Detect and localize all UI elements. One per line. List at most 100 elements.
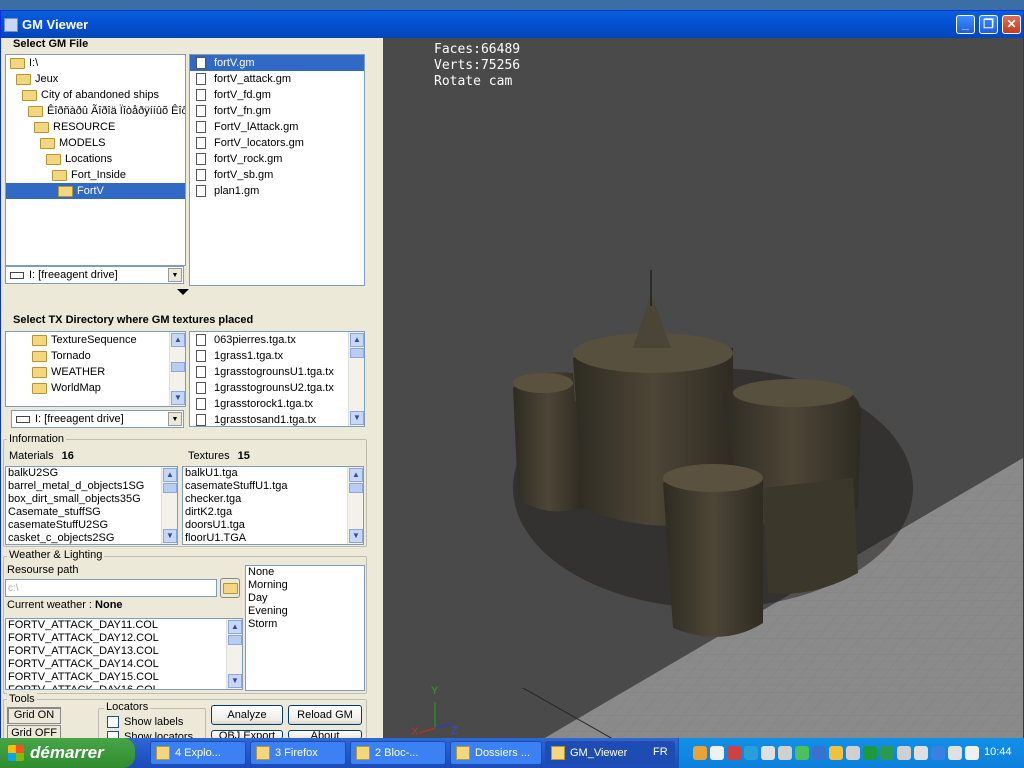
gm-file-item[interactable]: fortV_rock.gm [190, 151, 364, 167]
analyze-button[interactable]: Analyze [211, 705, 283, 725]
material-item[interactable]: barrel_metal_d_objects1SG [6, 480, 177, 493]
gm-file-item[interactable]: fortV_fd.gm [190, 87, 364, 103]
scroll-down-icon[interactable]: ▼ [228, 674, 242, 688]
scroll-thumb[interactable] [349, 483, 363, 493]
tray-icon[interactable] [931, 746, 945, 760]
tx-file-list[interactable]: 063pierres.tga.tx 1grass1.tga.tx 1grasstog… [189, 331, 365, 427]
gm-file-item[interactable]: fortV_sb.gm [190, 167, 364, 183]
material-item[interactable]: Casemate_stuffSG [6, 506, 177, 519]
weather-option[interactable]: Day [246, 592, 364, 605]
tray-icon[interactable] [897, 746, 911, 760]
language-indicator[interactable]: FR [653, 746, 668, 758]
tray-icon[interactable] [744, 746, 758, 760]
tx-file-item[interactable]: 063pierres.tga.tx [190, 332, 364, 348]
maximize-button[interactable]: ❐ [979, 15, 998, 34]
tx-file-item[interactable]: 1grass1.tga.tx [190, 348, 364, 364]
clock[interactable]: 10:44 [984, 746, 1012, 758]
tray-icon[interactable] [948, 746, 962, 760]
weather-option[interactable]: Storm [246, 618, 364, 631]
tray-icon[interactable] [795, 746, 809, 760]
scroll-thumb[interactable] [350, 348, 364, 358]
show-labels-checkbox[interactable]: Show labels [107, 716, 183, 728]
tray-icon[interactable] [880, 746, 894, 760]
tray-icon[interactable] [778, 746, 792, 760]
material-item[interactable]: casket_c_objects2SG [6, 532, 177, 544]
scroll-up-icon[interactable]: ▲ [349, 468, 363, 482]
tray-icon[interactable] [965, 746, 979, 760]
texture-item[interactable]: balkU1.tga [183, 467, 363, 480]
scroll-down-icon[interactable]: ▼ [350, 411, 364, 425]
texture-item[interactable]: dirtK2.tga [183, 506, 363, 519]
gm-file-item[interactable]: fortV.gm [190, 55, 364, 71]
col-file-item[interactable]: FORTV_ATTACK_DAY15.COL [6, 671, 242, 684]
taskbar-item[interactable]: 3 Firefox [250, 741, 346, 765]
tray-icon[interactable] [693, 746, 707, 760]
col-file-item[interactable]: FORTV_ATTACK_DAY11.COL [6, 619, 242, 632]
folder-tree-item[interactable]: City of abandoned ships [6, 87, 185, 103]
taskbar-item[interactable]: Dossiers ... [450, 741, 542, 765]
folder-tree-item[interactable]: Locations [6, 151, 185, 167]
materials-list[interactable]: balkU2SG barrel_metal_d_objects1SG box_dir… [5, 466, 178, 545]
tx-folder-scrollbar[interactable]: ▲ ▼ [169, 332, 185, 406]
close-button[interactable]: ✕ [1002, 15, 1021, 34]
tx-folder-tree[interactable]: TextureSequence Tornado WEATHER WorldMap ▲ … [5, 331, 186, 407]
weather-option[interactable]: Evening [246, 605, 364, 618]
material-item[interactable]: casemateStuffU2SG [6, 519, 177, 532]
scroll-thumb[interactable] [228, 635, 242, 645]
gm-file-item[interactable]: fortV_attack.gm [190, 71, 364, 87]
start-button[interactable]: démarrer [0, 738, 135, 768]
tx-folder-item[interactable]: WorldMap [6, 380, 185, 396]
scroll-up-icon[interactable]: ▲ [350, 333, 364, 347]
texture-item[interactable]: checker.tga [183, 493, 363, 506]
material-item[interactable]: balkU2SG [6, 467, 177, 480]
scroll-thumb[interactable] [171, 362, 185, 372]
texture-item[interactable]: floorU1.TGA [183, 532, 363, 544]
tray-icon[interactable] [727, 746, 741, 760]
textures-list[interactable]: balkU1.tga casemateStuffU1.tga checker.tga… [182, 466, 364, 545]
tray-icon[interactable] [914, 746, 928, 760]
weather-options-list[interactable]: None Morning Day Evening Storm [245, 565, 365, 691]
gm-file-item[interactable]: FortV_lAttack.gm [190, 119, 364, 135]
tray-icon[interactable] [829, 746, 843, 760]
texture-item[interactable]: doorsU1.tga [183, 519, 363, 532]
checkbox-box[interactable] [107, 716, 119, 728]
folder-tree-item[interactable]: RESOURCE [6, 119, 185, 135]
col-file-list[interactable]: FORTV_ATTACK_DAY11.COL FORTV_ATTACK_DAY12… [5, 618, 243, 690]
weather-option[interactable]: Morning [246, 579, 364, 592]
scroll-down-icon[interactable]: ▼ [163, 529, 177, 543]
tx-drive-select[interactable]: I: [freeagent drive] ▼ [11, 410, 184, 428]
tray-icon[interactable] [812, 746, 826, 760]
tx-folder-item[interactable]: WEATHER [6, 364, 185, 380]
folder-tree-item[interactable]: Fort_Inside [6, 167, 185, 183]
tray-icon[interactable] [846, 746, 860, 760]
minimize-button[interactable]: _ [956, 15, 975, 34]
tx-file-item[interactable]: 1grasstosand1.tga.tx [190, 412, 364, 426]
material-item[interactable]: box_dirt_small_objects35G [6, 493, 177, 506]
gm-drive-select[interactable]: I: [freeagent drive] ▼ [5, 266, 184, 284]
scroll-up-icon[interactable]: ▲ [228, 620, 242, 634]
col-scrollbar[interactable]: ▲ ▼ [226, 619, 242, 689]
scroll-down-icon[interactable]: ▼ [171, 391, 185, 405]
gm-file-item[interactable]: fortV_fn.gm [190, 103, 364, 119]
tx-file-scrollbar[interactable]: ▲ ▼ [348, 332, 364, 426]
gm-file-item[interactable]: FortV_locators.gm [190, 135, 364, 151]
tx-folder-item[interactable]: TextureSequence [6, 332, 185, 348]
tx-folder-item[interactable]: Tornado [6, 348, 185, 364]
gm-folder-tree[interactable]: I:\ Jeux City of abandoned ships Êîðñàðû Ãî… [5, 54, 186, 266]
scroll-up-icon[interactable]: ▲ [171, 333, 185, 347]
folder-tree-item[interactable]: Êîðñàðû Ãîðîä Ïîòåðÿííûõ Êîð [6, 103, 185, 119]
title-bar[interactable]: GM Viewer _ ❐ ✕ [1, 11, 1023, 38]
scroll-up-icon[interactable]: ▲ [163, 468, 177, 482]
texture-item[interactable]: casemateStuffU1.tga [183, 480, 363, 493]
gm-file-list[interactable]: fortV.gm fortV_attack.gm fortV_fd.gm fortV_… [189, 54, 365, 286]
col-file-item[interactable]: FORTV_ATTACK_DAY16.COL [6, 684, 242, 689]
gm-file-item[interactable]: plan1.gm [190, 183, 364, 199]
tray-icon[interactable] [863, 746, 877, 760]
col-file-item[interactable]: FORTV_ATTACK_DAY14.COL [6, 658, 242, 671]
tx-file-item[interactable]: 1grasstorock1.tga.tx [190, 396, 364, 412]
weather-option[interactable]: None [246, 566, 364, 579]
tx-file-item[interactable]: 1grasstogrounsU1.tga.tx [190, 364, 364, 380]
folder-tree-item[interactable]: I:\ [6, 55, 185, 71]
folder-tree-item[interactable]: MODELS [6, 135, 185, 151]
chevron-down-icon[interactable]: ▼ [168, 412, 182, 426]
